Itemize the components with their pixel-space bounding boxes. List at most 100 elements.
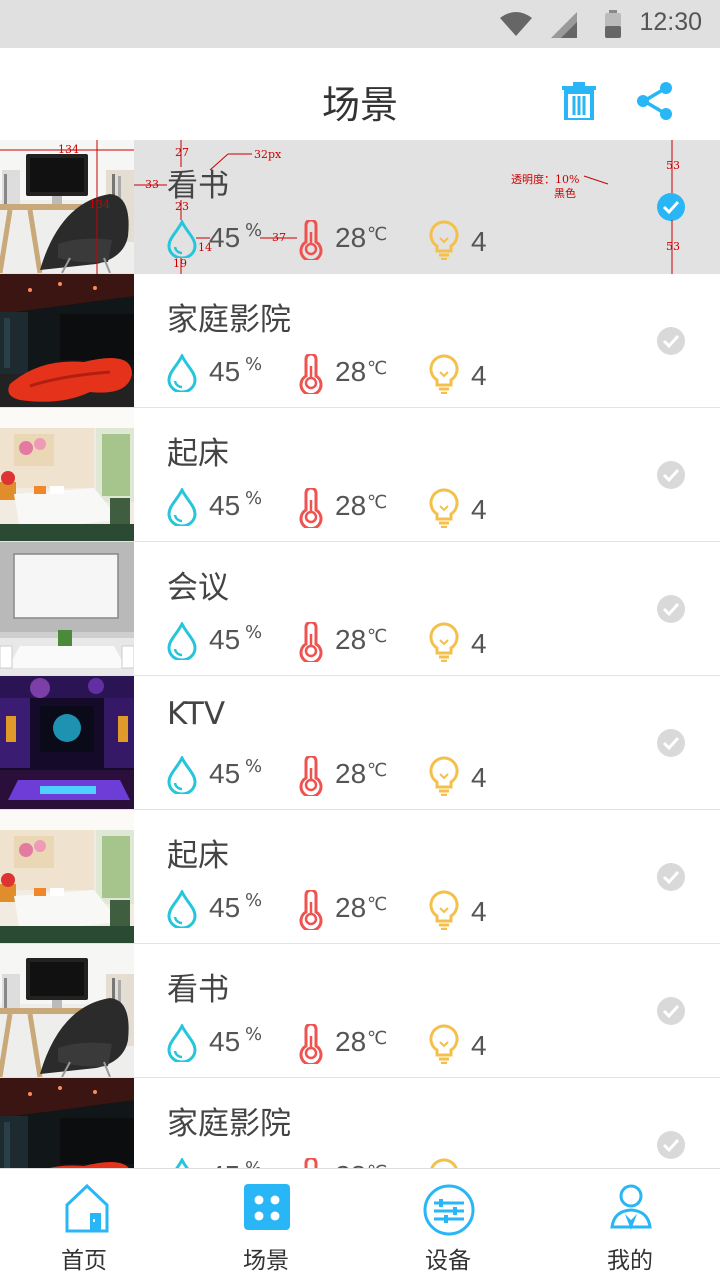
lightbulb-icon bbox=[429, 354, 459, 398]
humidity-unit: % bbox=[245, 1158, 262, 1168]
check-selected-icon[interactable] bbox=[656, 192, 686, 222]
humidity-unit: % bbox=[245, 354, 263, 375]
scene-grid-icon bbox=[244, 1183, 290, 1235]
lightbulb-icon bbox=[429, 220, 459, 264]
scene-row-5[interactable]: 起床 45 % 28 ℃ 4 bbox=[0, 810, 720, 944]
thermometer-icon bbox=[297, 1022, 325, 1068]
bedroom-image bbox=[0, 810, 134, 943]
check-unselected-icon[interactable] bbox=[656, 460, 686, 490]
home-icon bbox=[64, 1183, 110, 1237]
water-drop-icon bbox=[167, 620, 197, 664]
scene-row-1[interactable]: 家庭影院 45 % 28 ℃ 4 bbox=[0, 274, 720, 408]
humidity-unit: % bbox=[245, 488, 263, 509]
humidity-value: 45 bbox=[209, 1160, 240, 1168]
lightbulb-icon bbox=[429, 622, 459, 666]
light-value: 4 bbox=[471, 628, 487, 659]
temperature-unit: ℃ bbox=[367, 1028, 388, 1049]
home-theater-image bbox=[0, 274, 134, 407]
app-header: 场景 bbox=[0, 48, 720, 140]
bottom-nav: 首页 场景 设备 我的 bbox=[0, 1168, 720, 1280]
water-drop-icon bbox=[167, 486, 197, 530]
thermometer-icon bbox=[297, 486, 325, 532]
trash-icon[interactable] bbox=[562, 82, 596, 124]
water-drop-icon bbox=[167, 888, 197, 932]
lightbulb-icon bbox=[429, 1158, 459, 1168]
temperature-unit: ℃ bbox=[367, 626, 388, 647]
page-title: 场景 bbox=[321, 83, 398, 127]
nav-device[interactable]: 设备 bbox=[360, 1169, 540, 1280]
scene-name: 起床 bbox=[167, 838, 229, 874]
study-desk-image bbox=[0, 944, 134, 1077]
water-drop-icon bbox=[167, 218, 197, 262]
light-value: 4 bbox=[471, 226, 487, 257]
humidity-value: 45 bbox=[209, 490, 241, 521]
bedroom-image bbox=[0, 408, 134, 541]
water-drop-icon bbox=[167, 1156, 197, 1168]
status-bar: 12:30 bbox=[0, 0, 720, 48]
scene-name: 看书 bbox=[167, 168, 229, 204]
lightbulb-icon bbox=[429, 756, 459, 800]
nav-mine-label: 我的 bbox=[607, 1248, 653, 1274]
scene-row-0[interactable]: 看书 45 % 28 ℃ 4 bbox=[0, 140, 720, 274]
thermometer-icon bbox=[297, 352, 325, 398]
scene-row-3[interactable]: 会议 45 % 28 ℃ 4 bbox=[0, 542, 720, 676]
temperature-value: 28 bbox=[335, 892, 367, 923]
lightbulb-icon bbox=[429, 1024, 459, 1068]
check-unselected-icon[interactable] bbox=[656, 728, 686, 758]
temperature-unit: ℃ bbox=[367, 492, 388, 513]
temperature-value: 28 bbox=[335, 490, 367, 521]
scene-name: KTV bbox=[167, 696, 226, 732]
temperature-unit: ℃ bbox=[367, 760, 388, 781]
lightbulb-icon bbox=[429, 488, 459, 532]
check-unselected-icon[interactable] bbox=[656, 996, 686, 1026]
check-unselected-icon[interactable] bbox=[656, 594, 686, 624]
light-value: 4 bbox=[471, 494, 487, 525]
water-drop-icon bbox=[167, 352, 197, 396]
battery-icon bbox=[604, 10, 622, 42]
user-profile-icon bbox=[610, 1183, 652, 1237]
thermometer-icon bbox=[297, 754, 325, 800]
thermometer-icon bbox=[297, 620, 325, 666]
temperature-value: 28 bbox=[335, 624, 367, 655]
thermometer-icon bbox=[297, 218, 325, 264]
check-unselected-icon[interactable] bbox=[656, 862, 686, 892]
check-unselected-icon[interactable] bbox=[656, 1130, 686, 1160]
light-value: 4 bbox=[471, 360, 487, 391]
scene-name: 家庭影院 bbox=[167, 302, 291, 338]
humidity-unit: % bbox=[245, 756, 263, 777]
share-icon[interactable] bbox=[636, 82, 674, 124]
humidity-value: 45 bbox=[209, 222, 241, 253]
home-theater-image bbox=[0, 1078, 134, 1168]
temperature-value: 28 bbox=[335, 1026, 367, 1057]
scene-name: 家庭影院 bbox=[167, 1106, 291, 1142]
humidity-value: 45 bbox=[209, 892, 241, 923]
humidity-unit: % bbox=[245, 220, 263, 241]
scene-list: 看书 45 % 28 ℃ 4 家庭影院 45 % 28 ℃ 4 起床 45 % … bbox=[0, 140, 720, 1168]
scene-row-6[interactable]: 看书 45 % 28 ℃ 4 bbox=[0, 944, 720, 1078]
ktv-room-image bbox=[0, 676, 134, 809]
scene-row-7[interactable]: 家庭影院 45 % 28 ℃ bbox=[0, 1078, 720, 1168]
temperature-unit: ℃ bbox=[367, 894, 388, 915]
check-unselected-icon[interactable] bbox=[656, 326, 686, 356]
water-drop-icon bbox=[167, 1022, 197, 1066]
temperature-value: 28 bbox=[335, 356, 367, 387]
humidity-unit: % bbox=[245, 1024, 263, 1045]
water-drop-icon bbox=[167, 754, 197, 798]
humidity-value: 45 bbox=[209, 758, 241, 789]
humidity-unit: % bbox=[245, 890, 263, 911]
nav-mine[interactable]: 我的 bbox=[540, 1169, 720, 1280]
light-value: 4 bbox=[471, 1030, 487, 1061]
temperature-value: 28 bbox=[335, 758, 367, 789]
scene-name: 起床 bbox=[167, 436, 229, 472]
humidity-value: 45 bbox=[209, 624, 241, 655]
scene-row-4[interactable]: KTV 45 % 28 ℃ 4 bbox=[0, 676, 720, 810]
thermometer-icon bbox=[297, 1156, 325, 1168]
temperature-value: 28 bbox=[335, 1160, 366, 1168]
temperature-unit: ℃ bbox=[367, 224, 388, 245]
study-desk-image bbox=[0, 140, 134, 273]
scene-name: 看书 bbox=[167, 972, 229, 1008]
light-value: 4 bbox=[471, 762, 487, 793]
cell-signal-icon bbox=[551, 12, 577, 42]
temperature-unit: ℃ bbox=[367, 358, 388, 379]
scene-row-2[interactable]: 起床 45 % 28 ℃ 4 bbox=[0, 408, 720, 542]
